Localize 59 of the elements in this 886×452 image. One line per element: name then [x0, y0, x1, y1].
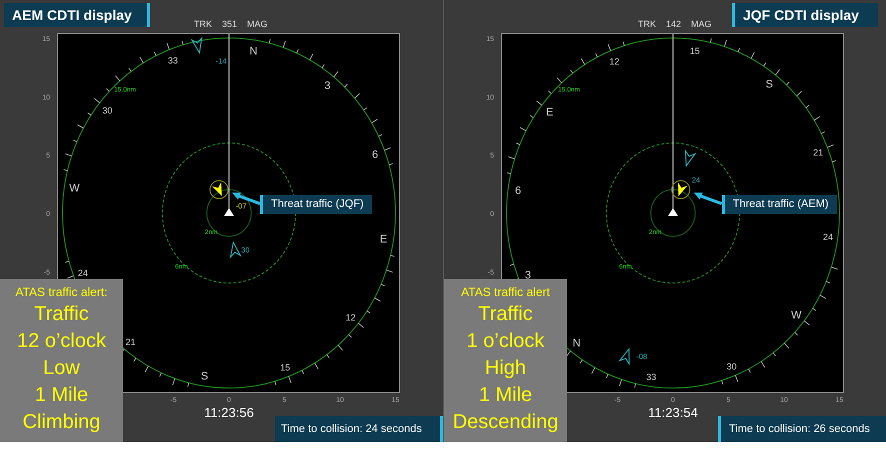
alert-line: High	[484, 356, 526, 381]
compass-label: 30	[726, 362, 737, 372]
track-label: TRK	[638, 18, 656, 31]
alert-line: 1 Mile	[478, 383, 532, 408]
compass-label: 24	[822, 232, 833, 242]
display-title: JQF CDTI display	[732, 3, 878, 27]
compass-label: 6	[372, 149, 378, 162]
collision-time-label: Time to collision: 26 seconds	[718, 416, 886, 442]
track-reference: MAG	[691, 18, 712, 31]
threat-traffic-icon	[671, 180, 690, 200]
compass-label: 21	[126, 336, 136, 347]
traffic-icon	[618, 348, 630, 366]
compass-label: 33	[168, 55, 178, 66]
alert-line: Descending	[452, 410, 558, 435]
track-label: TRK	[194, 18, 212, 31]
compass-label: 15	[280, 362, 290, 373]
alert-line: Climbing	[22, 410, 100, 435]
compass-label: W	[791, 309, 802, 322]
alert-line: 1 o’clock	[466, 329, 544, 354]
compass-label: S	[766, 78, 774, 90]
alert-line: 12 o’clock	[17, 329, 106, 354]
compass-label: N	[572, 338, 581, 350]
compass-label: N	[250, 45, 258, 58]
alert-line: 1 Mile	[34, 383, 88, 408]
own-ship-icon	[668, 208, 678, 216]
compass-label: 12	[346, 312, 356, 323]
callout-arrow	[694, 192, 722, 206]
track-value: 142	[666, 18, 682, 31]
compass-label: 30	[102, 105, 112, 116]
clock-time: 11:23:56	[204, 404, 254, 422]
compass-label: E	[546, 106, 554, 119]
alert-line: Traffic	[34, 302, 89, 327]
compass-label: W	[69, 182, 80, 194]
compass-label: 3	[324, 80, 331, 92]
collision-time-label: Time to collision: 24 seconds	[275, 416, 443, 442]
display-title: AEM CDTI display	[4, 3, 150, 27]
callout-label: Threat traffic (AEM)	[722, 194, 837, 214]
traffic-icon	[190, 36, 202, 54]
compass-label: 24	[78, 268, 88, 278]
callout-label: Threat traffic (JQF)	[260, 194, 372, 214]
threat-traffic-icon	[210, 180, 228, 200]
alert-heading: ATAS traffic alert	[461, 284, 550, 301]
traffic-icon	[230, 240, 242, 259]
clock-time: 11:23:54	[648, 404, 698, 422]
traffic-icon	[684, 149, 696, 168]
own-ship-icon	[224, 208, 234, 216]
track-value: 351	[222, 18, 238, 31]
compass-label: 12	[609, 56, 620, 66]
compass-label: 3	[524, 270, 531, 282]
compass-label: E	[380, 234, 388, 246]
compass-label: 6	[514, 185, 522, 198]
compass-label: 21	[813, 147, 824, 158]
alert-line: Low	[43, 356, 80, 381]
compass-label: S	[200, 370, 208, 383]
compass-label: 33	[646, 372, 656, 382]
track-reference: MAG	[247, 18, 268, 31]
alert-heading: ATAS traffic alert:	[15, 284, 108, 301]
alert-line: Traffic	[478, 302, 533, 327]
compass-label: 15	[690, 46, 700, 56]
